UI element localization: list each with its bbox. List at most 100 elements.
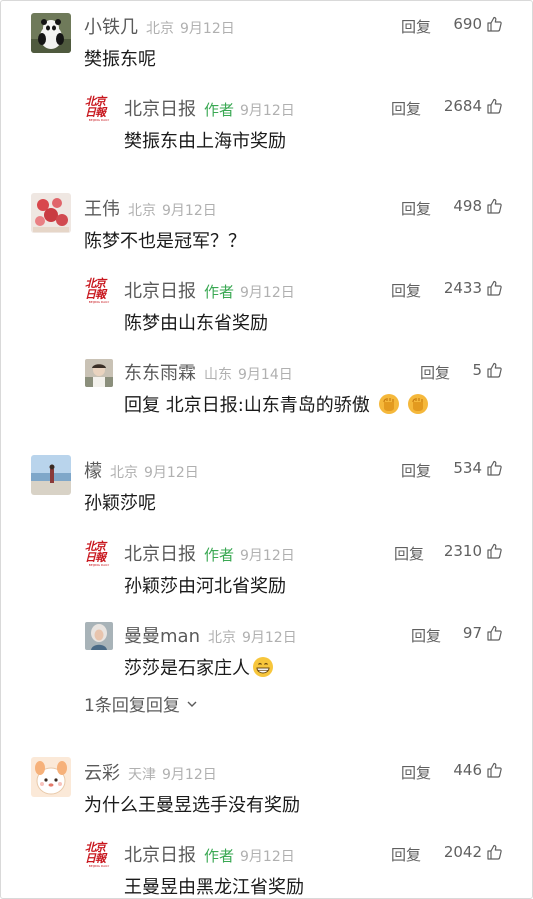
comment-username[interactable]: 小铁几 [84, 13, 138, 39]
panda-avatar[interactable] [31, 13, 71, 53]
reply-username[interactable]: 北京日报 [124, 540, 196, 566]
like-count: 2433 [443, 279, 482, 297]
comment-list: 小铁几 北京 9月12日 回复 690 樊振东呢 北京日報 BEIJING DAI… [0, 0, 533, 899]
comment-location: 北京 [128, 203, 156, 219]
beach-avatar[interactable] [31, 455, 71, 495]
reply-date: 9月12日 [241, 630, 297, 646]
reply-text: 孙颖莎由河北省奖励 [124, 576, 286, 597]
reply-username[interactable]: 曼曼man [124, 622, 200, 648]
reply-button[interactable]: 回复 [391, 98, 421, 119]
like-button[interactable]: 2684 [444, 97, 502, 115]
like-count: 5 [472, 361, 482, 379]
reply-text: 樊振东由上海市奖励 [124, 131, 286, 152]
comment-username[interactable]: 云彩 [84, 759, 120, 785]
reply-button[interactable]: 回复 [401, 762, 431, 783]
like-button[interactable]: 2433 [444, 279, 502, 297]
like-button[interactable]: 498 [453, 197, 502, 215]
thumbs-up-icon [487, 362, 502, 378]
author-badge: 作者 [204, 283, 235, 301]
comment-date: 9月12日 [144, 465, 199, 481]
reply-button[interactable]: 回复 [401, 198, 431, 219]
like-count: 690 [453, 15, 482, 33]
like-count: 534 [453, 459, 482, 477]
reply-text: 陈梦由山东省奖励 [124, 313, 268, 334]
reply-prefix: 回复 [124, 395, 160, 416]
like-button[interactable]: 2042 [444, 843, 502, 861]
reply-username[interactable]: 东东雨霖 [124, 359, 196, 385]
portrait-avatar[interactable] [85, 622, 113, 650]
fist-emoji [407, 393, 429, 415]
cartoon-avatar[interactable] [31, 757, 71, 797]
like-button[interactable]: 97 [463, 624, 502, 642]
thumbs-up-icon [487, 625, 502, 641]
like-count: 2042 [443, 843, 482, 861]
like-count: 97 [462, 624, 482, 642]
reply-location: 山东 [204, 367, 232, 383]
reply-button[interactable]: 回复 [401, 16, 431, 37]
comment-date: 9月12日 [180, 21, 235, 37]
flowers-avatar[interactable] [31, 193, 71, 233]
thumbs-up-icon [487, 543, 502, 559]
like-count: 2310 [443, 542, 482, 560]
reply-mention[interactable]: 北京日报: [166, 395, 244, 416]
beijing-daily-logo[interactable]: 北京日報 BEIJING DAILY [85, 540, 113, 568]
author-badge: 作者 [204, 546, 235, 564]
comment-text: 陈梦不也是冠军？？ [84, 231, 246, 252]
reply-text: 莎莎是石家庄人 [124, 654, 274, 680]
like-count: 446 [453, 761, 482, 779]
beijing-daily-logo[interactable]: 北京日報 BEIJING DAILY [85, 277, 113, 305]
comment-date: 9月12日 [162, 767, 217, 783]
reply-location: 北京 [207, 630, 236, 646]
beijing-daily-logo[interactable]: 北京日報 BEIJING DAILY [85, 95, 113, 123]
reply-username[interactable]: 北京日报 [124, 277, 196, 303]
beijing-daily-logo[interactable]: 北京日報 BEIJING DAILY [85, 841, 113, 869]
reply-body: 山东青岛的骄傲 [243, 395, 370, 416]
reply-button[interactable]: 回复 [391, 280, 421, 301]
author-badge: 作者 [204, 847, 235, 865]
thumbs-up-icon [487, 98, 502, 114]
comment-location: 北京 [110, 465, 138, 481]
comment-text: 樊振东呢 [84, 49, 156, 70]
reply-date: 9月12日 [240, 285, 295, 301]
expand-replies-button[interactable]: 1条回复 回复 [84, 691, 199, 716]
comment-username[interactable]: 檬 [84, 457, 102, 483]
chevron-down-icon [187, 701, 197, 707]
person-avatar[interactable] [85, 359, 113, 387]
reply-date: 9月14日 [238, 367, 293, 383]
reply-button[interactable]: 回复 [420, 362, 450, 383]
thumbs-up-icon [487, 280, 502, 296]
thumbs-up-icon [487, 844, 502, 860]
comment-text: 为什么王曼昱选手没有奖励 [84, 795, 300, 816]
comment-location: 天津 [128, 767, 156, 783]
reply-username[interactable]: 北京日报 [124, 95, 196, 121]
reply-username[interactable]: 北京日报 [124, 841, 196, 867]
fist-emoji [378, 393, 400, 415]
like-button[interactable]: 2310 [444, 542, 502, 560]
like-button[interactable]: 534 [453, 459, 502, 477]
like-button[interactable]: 690 [453, 15, 502, 33]
thumbs-up-icon [487, 460, 502, 476]
reply-button[interactable]: 回复 [401, 460, 431, 481]
thumbs-up-icon [487, 762, 502, 778]
more-replies-label: 1条回复 [84, 696, 146, 716]
grin-emoji [252, 656, 274, 678]
comment-text: 孙颖莎呢 [84, 493, 156, 514]
more-replies-reply-label: 回复 [145, 696, 180, 716]
like-button[interactable]: 446 [453, 761, 502, 779]
like-count: 2684 [443, 97, 482, 115]
reply-button[interactable]: 回复 [391, 844, 421, 865]
like-count: 498 [453, 197, 482, 215]
reply-date: 9月12日 [240, 548, 295, 564]
reply-text: 回复 北京日报:山东青岛的骄傲 [124, 391, 429, 417]
comment-date: 9月12日 [162, 203, 217, 219]
reply-button[interactable]: 回复 [394, 543, 424, 564]
reply-body: 莎莎是石家庄人 [124, 658, 250, 679]
reply-text: 王曼昱由黑龙江省奖励 [124, 877, 304, 898]
reply-date: 9月12日 [240, 103, 295, 119]
reply-date: 9月12日 [240, 849, 295, 865]
like-button[interactable]: 5 [472, 361, 502, 379]
comment-username[interactable]: 王伟 [84, 195, 120, 221]
thumbs-up-icon [487, 198, 502, 214]
reply-button[interactable]: 回复 [411, 625, 441, 646]
comment-location: 北京 [146, 21, 174, 37]
